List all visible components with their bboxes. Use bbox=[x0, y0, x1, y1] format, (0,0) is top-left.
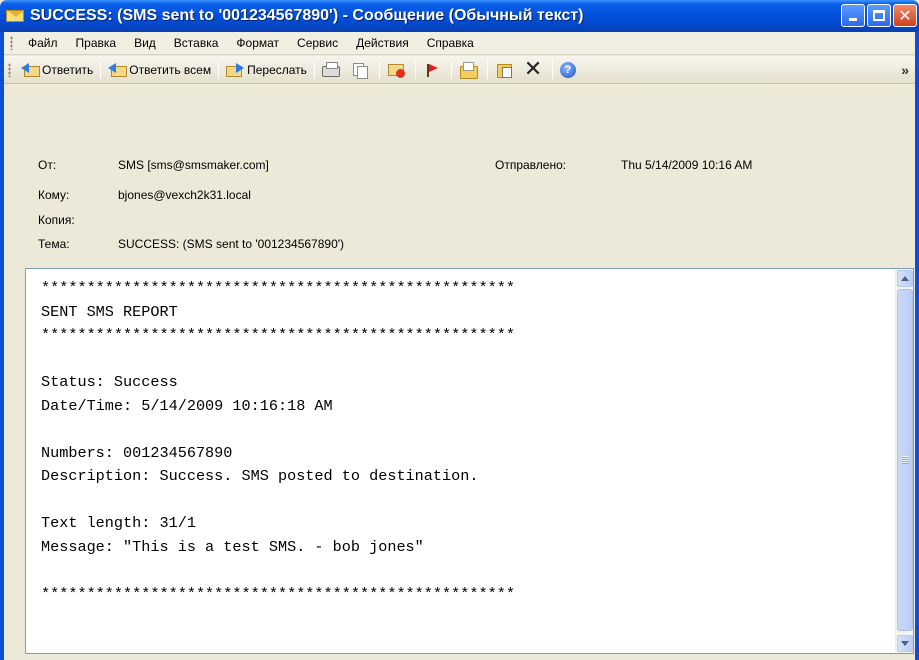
scrollbar-grip-icon bbox=[902, 456, 909, 464]
maximize-button[interactable] bbox=[867, 4, 891, 27]
reply-all-icon bbox=[108, 62, 128, 78]
move-button[interactable] bbox=[491, 58, 520, 82]
menubar-grip[interactable] bbox=[10, 36, 13, 50]
subject-value: SUCCESS: (SMS sent to '001234567890') bbox=[118, 237, 345, 251]
reply-label: Ответить bbox=[42, 62, 94, 77]
menu-edit[interactable]: Правка bbox=[67, 34, 126, 52]
flag-button[interactable] bbox=[419, 58, 448, 82]
menu-help[interactable]: Справка bbox=[418, 34, 483, 52]
minimize-button[interactable] bbox=[841, 4, 865, 27]
envelope-icon bbox=[6, 9, 24, 23]
close-button[interactable]: ✕ bbox=[893, 4, 917, 27]
menu-tools[interactable]: Сервис bbox=[288, 34, 347, 52]
toolbar-separator bbox=[414, 60, 416, 79]
to-label: Кому: bbox=[38, 188, 70, 202]
toolbar-overflow-icon[interactable]: » bbox=[901, 62, 909, 78]
from-value[interactable]: SMS [sms@smsmaker.com] bbox=[118, 158, 269, 172]
reply-all-label: Ответить всем bbox=[129, 62, 212, 77]
message-body-text[interactable]: ****************************************… bbox=[41, 277, 881, 606]
toolbar-separator bbox=[218, 60, 220, 79]
mark-unread-icon bbox=[387, 62, 405, 78]
toolbar-separator bbox=[486, 60, 488, 79]
scroll-down-button[interactable] bbox=[897, 635, 913, 652]
forward-label: Переслать bbox=[247, 62, 307, 77]
copy-icon bbox=[351, 62, 369, 79]
toolbar-separator bbox=[551, 60, 553, 79]
chevron-up-icon bbox=[901, 276, 909, 281]
reply-all-button[interactable]: Ответить всем bbox=[104, 58, 215, 82]
forward-button[interactable]: Переслать bbox=[222, 58, 311, 82]
message-body-pane[interactable]: ****************************************… bbox=[25, 268, 914, 654]
reply-button[interactable]: Ответить bbox=[17, 58, 97, 82]
forward-icon bbox=[226, 62, 245, 78]
sent-value: Thu 5/14/2009 10:16 AM bbox=[621, 158, 753, 172]
window-frame-right bbox=[915, 32, 919, 660]
message-header: От: SMS [sms@smsmaker.com] Отправлено: T… bbox=[4, 85, 915, 256]
toolbar-separator bbox=[313, 60, 315, 79]
help-button[interactable]: ? bbox=[556, 58, 583, 82]
from-label: От: bbox=[38, 158, 57, 172]
menu-actions[interactable]: Действия bbox=[347, 34, 418, 52]
to-value[interactable]: bjones@vexch2k31.local bbox=[118, 188, 251, 202]
title-bar[interactable]: SUCCESS: (SMS sent to '001234567890') - … bbox=[0, 0, 919, 32]
cc-label: Копия: bbox=[38, 213, 75, 227]
menu-insert[interactable]: Вставка bbox=[165, 34, 228, 52]
chevron-down-icon bbox=[901, 641, 909, 646]
sent-label: Отправлено: bbox=[495, 158, 567, 172]
maximize-icon bbox=[873, 10, 885, 21]
scroll-up-button[interactable] bbox=[897, 270, 913, 287]
delete-button[interactable]: ✕ bbox=[520, 58, 549, 82]
vertical-scrollbar[interactable] bbox=[895, 269, 913, 653]
toolbar: Ответить Ответить всем Переслать ✕ ? » bbox=[4, 56, 915, 84]
move-to-folder-button[interactable] bbox=[455, 58, 484, 82]
print-icon bbox=[321, 62, 340, 77]
copy-button[interactable] bbox=[347, 58, 376, 82]
menu-bar: Файл Правка Вид Вставка Формат Сервис Де… bbox=[4, 32, 915, 55]
subject-label: Тема: bbox=[38, 237, 70, 251]
flag-icon bbox=[423, 62, 441, 78]
menu-view[interactable]: Вид bbox=[125, 34, 165, 52]
scrollbar-thumb[interactable] bbox=[897, 289, 913, 631]
reply-icon bbox=[21, 62, 40, 78]
toolbar-separator bbox=[450, 60, 452, 79]
window-title: SUCCESS: (SMS sent to '001234567890') - … bbox=[30, 7, 584, 24]
mark-unread-button[interactable] bbox=[383, 58, 412, 82]
menu-file[interactable]: Файл bbox=[19, 34, 67, 52]
folder-icon bbox=[459, 61, 478, 79]
minimize-icon bbox=[849, 18, 857, 21]
close-icon: ✕ bbox=[898, 5, 912, 25]
move-icon bbox=[495, 62, 513, 78]
menu-format[interactable]: Формат bbox=[227, 34, 288, 52]
toolbar-grip[interactable] bbox=[8, 62, 11, 77]
window-controls: ✕ bbox=[841, 4, 917, 27]
toolbar-separator bbox=[378, 60, 380, 79]
help-icon: ? bbox=[559, 61, 576, 78]
print-button[interactable] bbox=[318, 58, 347, 82]
toolbar-separator bbox=[100, 60, 102, 79]
delete-icon: ✕ bbox=[523, 56, 543, 82]
